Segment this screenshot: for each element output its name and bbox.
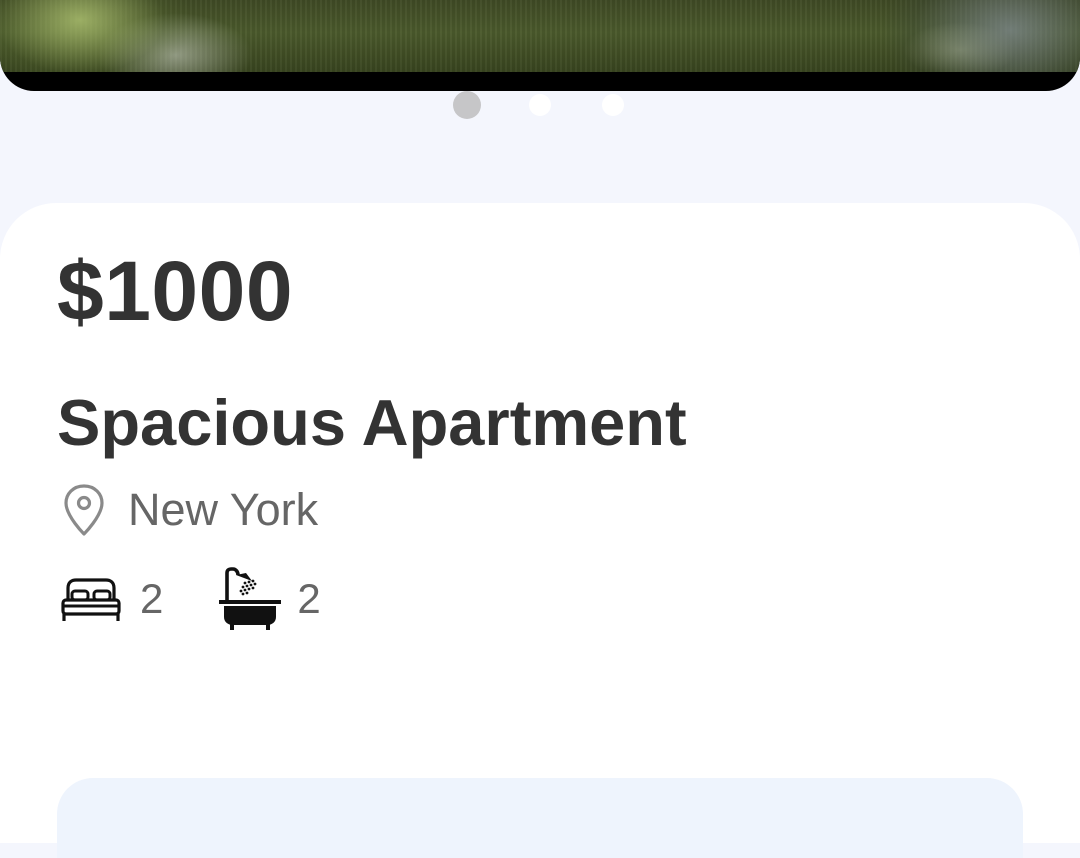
bedrooms-feature: 2 bbox=[60, 571, 163, 627]
carousel-dot[interactable] bbox=[602, 94, 624, 116]
listing-photo-carousel[interactable] bbox=[0, 0, 1080, 91]
map-pin-icon bbox=[64, 484, 104, 536]
listing-location: New York bbox=[60, 482, 318, 538]
bedrooms-count: 2 bbox=[140, 575, 164, 622]
listing-features: 2 2 bbox=[60, 566, 321, 632]
carousel-dot[interactable] bbox=[529, 94, 551, 116]
listing-price: $1000 bbox=[57, 244, 294, 338]
listing-title: Spacious Apartment bbox=[57, 386, 687, 459]
bathrooms-count: 2 bbox=[297, 575, 321, 622]
bathtub-icon bbox=[219, 567, 282, 630]
location-label: New York bbox=[128, 484, 319, 535]
listing-photo bbox=[0, 0, 1080, 72]
carousel-indicator bbox=[0, 91, 1080, 121]
bathrooms-feature: 2 bbox=[219, 567, 321, 631]
carousel-dot-active[interactable] bbox=[453, 91, 481, 119]
bottom-section-panel bbox=[57, 778, 1023, 858]
bed-icon bbox=[61, 578, 121, 621]
